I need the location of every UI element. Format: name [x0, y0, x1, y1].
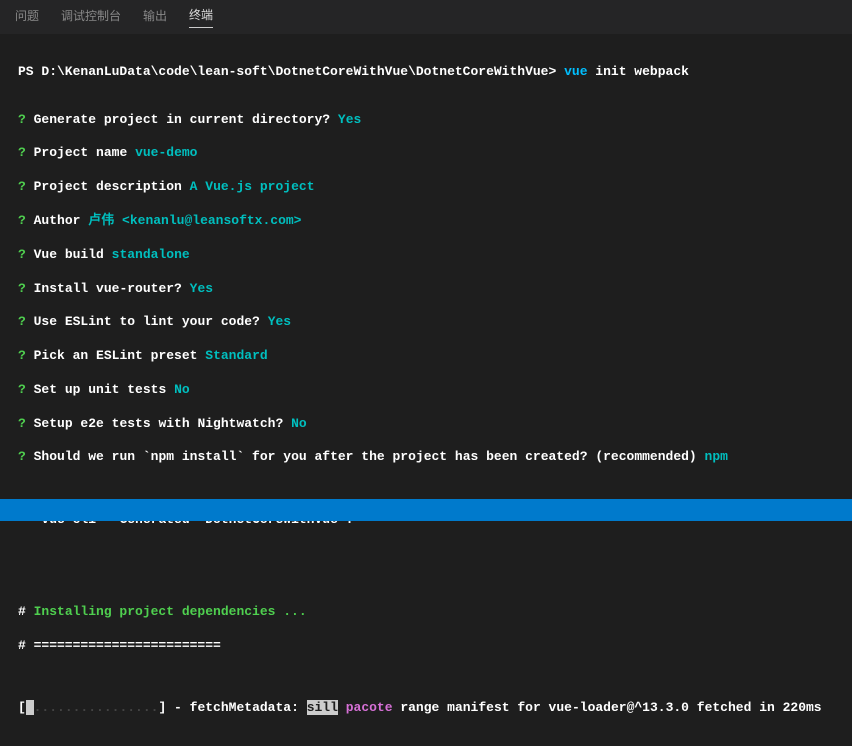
tab-debug-console[interactable]: 调试控制台 — [61, 7, 121, 28]
question-9: ? Set up unit tests No — [18, 382, 834, 399]
command: vue — [564, 64, 587, 79]
installing-line: # Installing project dependencies ... — [18, 604, 834, 621]
command-args: init webpack — [588, 64, 689, 79]
tab-terminal[interactable]: 终端 — [189, 6, 213, 28]
question-3: ? Project description A Vue.js project — [18, 179, 834, 196]
question-5: ? Vue build standalone — [18, 247, 834, 264]
tab-problems[interactable]: 问题 — [15, 7, 39, 28]
question-2: ? Project name vue-demo — [18, 145, 834, 162]
question-8: ? Pick an ESLint preset Standard — [18, 348, 834, 365]
question-11: ? Should we run `npm install` for you af… — [18, 449, 834, 466]
question-10: ? Setup e2e tests with Nightwatch? No — [18, 416, 834, 433]
prompt-prefix: PS D:\KenanLuData\code\lean-soft\DotnetC… — [18, 64, 564, 79]
status-bar[interactable] — [0, 499, 852, 521]
divider-line: # ======================== — [18, 638, 834, 655]
question-6: ? Install vue-router? Yes — [18, 281, 834, 298]
tab-output[interactable]: 输出 — [143, 7, 167, 28]
progress-line: [ ................] - fetchMetadata: sil… — [18, 700, 834, 717]
question-4: ? Author 卢伟 <kenanlu@leansoftx.com> — [18, 213, 834, 230]
terminal-tabs: 问题 调试控制台 输出 终端 — [0, 0, 852, 35]
prompt-line: PS D:\KenanLuData\code\lean-soft\DotnetC… — [18, 64, 834, 81]
question-7: ? Use ESLint to lint your code? Yes — [18, 314, 834, 331]
terminal-output[interactable]: PS D:\KenanLuData\code\lean-soft\DotnetC… — [0, 35, 852, 746]
question-1: ? Generate project in current directory?… — [18, 112, 834, 129]
